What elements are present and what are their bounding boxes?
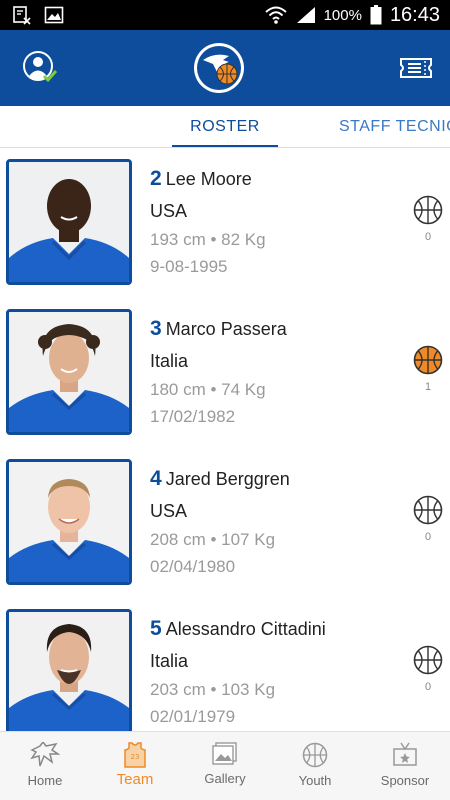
player-row[interactable]: 4 Jared Berggren USA 208 cm • 107 Kg 02/0… [0, 449, 450, 599]
nav-team[interactable]: 23 Team [90, 732, 180, 800]
favorite-count: 1 [424, 381, 432, 393]
tab-staff[interactable]: STAFF TECNIC [339, 106, 450, 147]
user-verified-icon [23, 51, 58, 83]
basketball-icon [302, 742, 328, 768]
player-stats: 193 cm • 82 Kg [150, 230, 266, 249]
tickets-button[interactable] [396, 48, 436, 88]
gallery-icon [212, 742, 237, 765]
tab-roster[interactable]: ROSTER [172, 106, 278, 147]
player-photo [6, 159, 132, 285]
basketball-filled-icon [413, 345, 443, 375]
nav-label: Gallery [204, 771, 246, 786]
player-birthdate: 17/02/1982 [150, 407, 236, 426]
player-photo [6, 309, 132, 435]
player-fullname: Lee Moore [165, 169, 252, 189]
basketball-outline-icon [413, 195, 443, 225]
player-country: USA [150, 501, 188, 521]
nav-label: Team [116, 771, 154, 788]
player-fullname: Alessandro Cittadini [165, 619, 326, 639]
favorite-count: 0 [424, 681, 432, 693]
player-photo [6, 459, 132, 585]
player-fullname: Jared Berggren [165, 469, 290, 489]
player-stats: 180 cm • 74 Kg [150, 380, 266, 399]
player-name: 5 Alessandro Cittadini [150, 617, 326, 641]
nav-label: Sponsor [380, 773, 430, 788]
favorite-button[interactable]: 0 [412, 645, 444, 693]
player-country: USA [150, 201, 188, 221]
sponsor-icon [393, 742, 417, 766]
clock: 16:43 [389, 3, 440, 26]
player-number: 4 [150, 467, 162, 490]
player-stats: 208 cm • 107 Kg [150, 530, 276, 549]
nav-label: Home [27, 773, 63, 788]
app-header [0, 30, 450, 106]
player-number: 5 [150, 617, 162, 640]
battery-percent: 100% [323, 6, 362, 24]
jersey-icon: 23 [124, 742, 146, 768]
player-country: Italia [150, 651, 189, 671]
favorite-button[interactable]: 0 [412, 495, 444, 543]
favorite-count: 0 [424, 231, 432, 243]
nav-youth[interactable]: Youth [270, 732, 360, 800]
player-fullname: Marco Passera [165, 319, 287, 339]
nav-gallery[interactable]: Gallery [180, 732, 270, 800]
player-country: Italia [150, 351, 189, 371]
basketball-outline-icon [413, 495, 443, 525]
roster-list[interactable]: 2 Lee Moore USA 193 cm • 82 Kg 9-08-1995 … [0, 149, 450, 731]
profile-button[interactable] [20, 48, 60, 88]
favorite-count: 0 [424, 531, 432, 543]
home-icon [30, 742, 60, 767]
basketball-outline-icon [413, 645, 443, 675]
nav-label: Youth [298, 773, 332, 788]
status-bar: 100% 16:43 [0, 0, 450, 30]
tab-bar: ROSTER STAFF TECNIC [0, 106, 450, 148]
player-name: 4 Jared Berggren [150, 467, 290, 491]
player-photo [6, 609, 132, 731]
player-stats: 203 cm • 103 Kg [150, 680, 276, 699]
nav-sponsor[interactable]: Sponsor [360, 732, 450, 800]
ticket-icon [400, 58, 432, 78]
player-name: 3 Marco Passera [150, 317, 287, 341]
signal-icon [296, 7, 315, 23]
favorite-button[interactable]: 1 [412, 345, 444, 393]
favorite-button[interactable]: 0 [412, 195, 444, 243]
player-row[interactable]: 2 Lee Moore USA 193 cm • 82 Kg 9-08-1995 … [0, 149, 450, 299]
player-birthdate: 02/04/1980 [150, 557, 236, 576]
notification-icon [13, 6, 31, 25]
player-name: 2 Lee Moore [150, 167, 252, 191]
player-birthdate: 02/01/1979 [150, 707, 236, 726]
team-logo [194, 43, 244, 93]
wifi-icon [264, 6, 287, 24]
nav-home[interactable]: Home [0, 732, 90, 800]
svg-text:23: 23 [131, 753, 140, 761]
player-number: 2 [150, 167, 162, 190]
player-birthdate: 9-08-1995 [150, 257, 228, 276]
player-row[interactable]: 5 Alessandro Cittadini Italia 203 cm • 10… [0, 599, 450, 731]
bottom-nav: Home 23 Team Gallery Youth Sponsor [0, 731, 450, 800]
image-notification-icon [44, 6, 64, 24]
player-number: 3 [150, 317, 162, 340]
battery-icon [370, 5, 382, 25]
player-row[interactable]: 3 Marco Passera Italia 180 cm • 74 Kg 17/… [0, 299, 450, 449]
